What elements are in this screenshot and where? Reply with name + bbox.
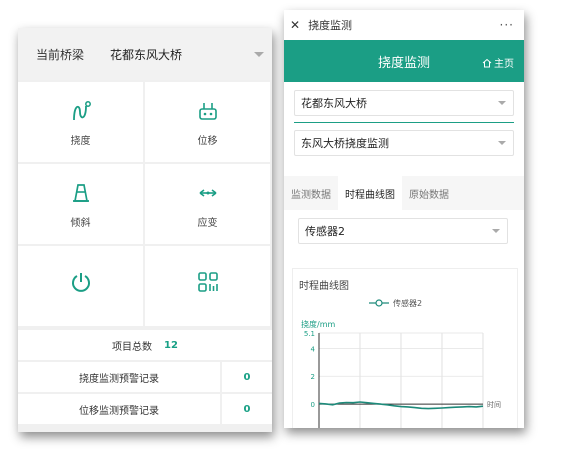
y-tick-label: 4 <box>311 345 316 353</box>
tile-tilt[interactable]: 倾斜 <box>18 164 143 244</box>
chart-card: 时程曲线图 传感器2 挠度/mm 5.1 4 2 0 -2 时间 <box>292 268 518 428</box>
tab-bar: 监测数据 时程曲线图 原始数据 <box>284 176 524 210</box>
tile-power[interactable] <box>18 246 143 326</box>
qr-grid-icon <box>197 269 219 295</box>
home-icon <box>482 58 492 67</box>
y-tick-label: 5.1 <box>304 330 315 338</box>
bridge-select[interactable]: 花都东风大桥 <box>294 90 514 116</box>
home-label: 主页 <box>494 59 514 70</box>
tile-grid[interactable] <box>145 246 270 326</box>
bridge-selector[interactable]: 当前桥梁 花都东风大桥 <box>18 28 272 80</box>
tile-label: 位移 <box>197 135 218 147</box>
tile-label: 挠度 <box>70 135 91 147</box>
deflection-chart: 传感器2挠度/mm5.1420-2时间 <box>301 298 501 428</box>
home-button[interactable]: 主页 <box>482 55 514 70</box>
warning-record-label: 位移监测预警记录 <box>79 405 159 417</box>
deflection-icon <box>70 98 92 124</box>
legend-label: 传感器2 <box>393 298 422 308</box>
app-header: 挠度监测 主页 <box>284 40 524 82</box>
project-total-label: 项目总数 <box>112 341 153 353</box>
y-tick-label: 2 <box>311 373 315 381</box>
tab-time-curve[interactable]: 时程曲线图 <box>338 176 402 210</box>
legend-marker <box>375 299 383 307</box>
tile-deflection[interactable]: 挠度 <box>18 82 143 162</box>
chevron-down-icon[interactable] <box>254 51 264 57</box>
tile-label: 倾斜 <box>70 217 91 229</box>
window-title: 挠度监测 <box>308 19 353 32</box>
page-title: 挠度监测 <box>377 55 430 71</box>
tab-raw-data[interactable]: 原始数据 <box>402 176 456 210</box>
bridge-label: 当前桥梁 <box>36 47 85 62</box>
chevron-down-icon <box>498 101 506 105</box>
select-underline <box>294 122 514 123</box>
y-tick-label: 0 <box>311 401 315 409</box>
deflection-monitor-screen: ✕ 挠度监测 ··· 挠度监测 主页 花都东风大桥 东风大桥挠度监测 监测数据 … <box>284 10 524 428</box>
warning-record-row[interactable]: 挠度监测预警记录 0 <box>18 362 272 392</box>
tab-monitor-data[interactable]: 监测数据 <box>284 176 338 210</box>
close-icon[interactable]: ✕ <box>290 18 300 32</box>
bridge-value[interactable]: 花都东风大桥 <box>110 46 254 63</box>
more-icon[interactable]: ··· <box>500 18 514 32</box>
bridge-dashboard-screen: 当前桥梁 花都东风大桥 挠度 位移 倾斜 应变 项目总数 12 挠度监测预警记录… <box>18 28 272 432</box>
displacement-icon <box>197 98 219 124</box>
tilt-icon <box>70 180 92 206</box>
warning-record-row[interactable]: 位移监测预警记录 0 <box>18 394 272 424</box>
warning-record-count: 0 <box>243 371 251 383</box>
tile-strain[interactable]: 应变 <box>145 164 270 244</box>
tile-displacement[interactable]: 位移 <box>145 82 270 162</box>
sensor-select[interactable]: 传感器2 <box>298 218 508 244</box>
project-total-row: 项目总数 12 <box>18 330 272 360</box>
x-axis-label: 时间 <box>487 400 501 409</box>
chevron-down-icon <box>492 229 500 233</box>
strain-icon <box>197 180 219 206</box>
sensor-select-value: 传感器2 <box>305 225 345 238</box>
bridge-select-value: 花都东风大桥 <box>301 97 367 110</box>
warning-record-count: 0 <box>243 403 251 415</box>
tile-label: 应变 <box>197 217 218 229</box>
chevron-down-icon <box>498 141 506 145</box>
y-axis-label: 挠度/mm <box>301 319 335 329</box>
monitor-point-value: 东风大桥挠度监测 <box>301 137 389 150</box>
window-titlebar: ✕ 挠度监测 ··· <box>284 10 524 40</box>
project-total-count: 12 <box>164 339 178 351</box>
power-icon <box>70 269 92 295</box>
monitor-point-select[interactable]: 东风大桥挠度监测 <box>294 130 514 156</box>
warning-record-label: 挠度监测预警记录 <box>79 373 159 385</box>
